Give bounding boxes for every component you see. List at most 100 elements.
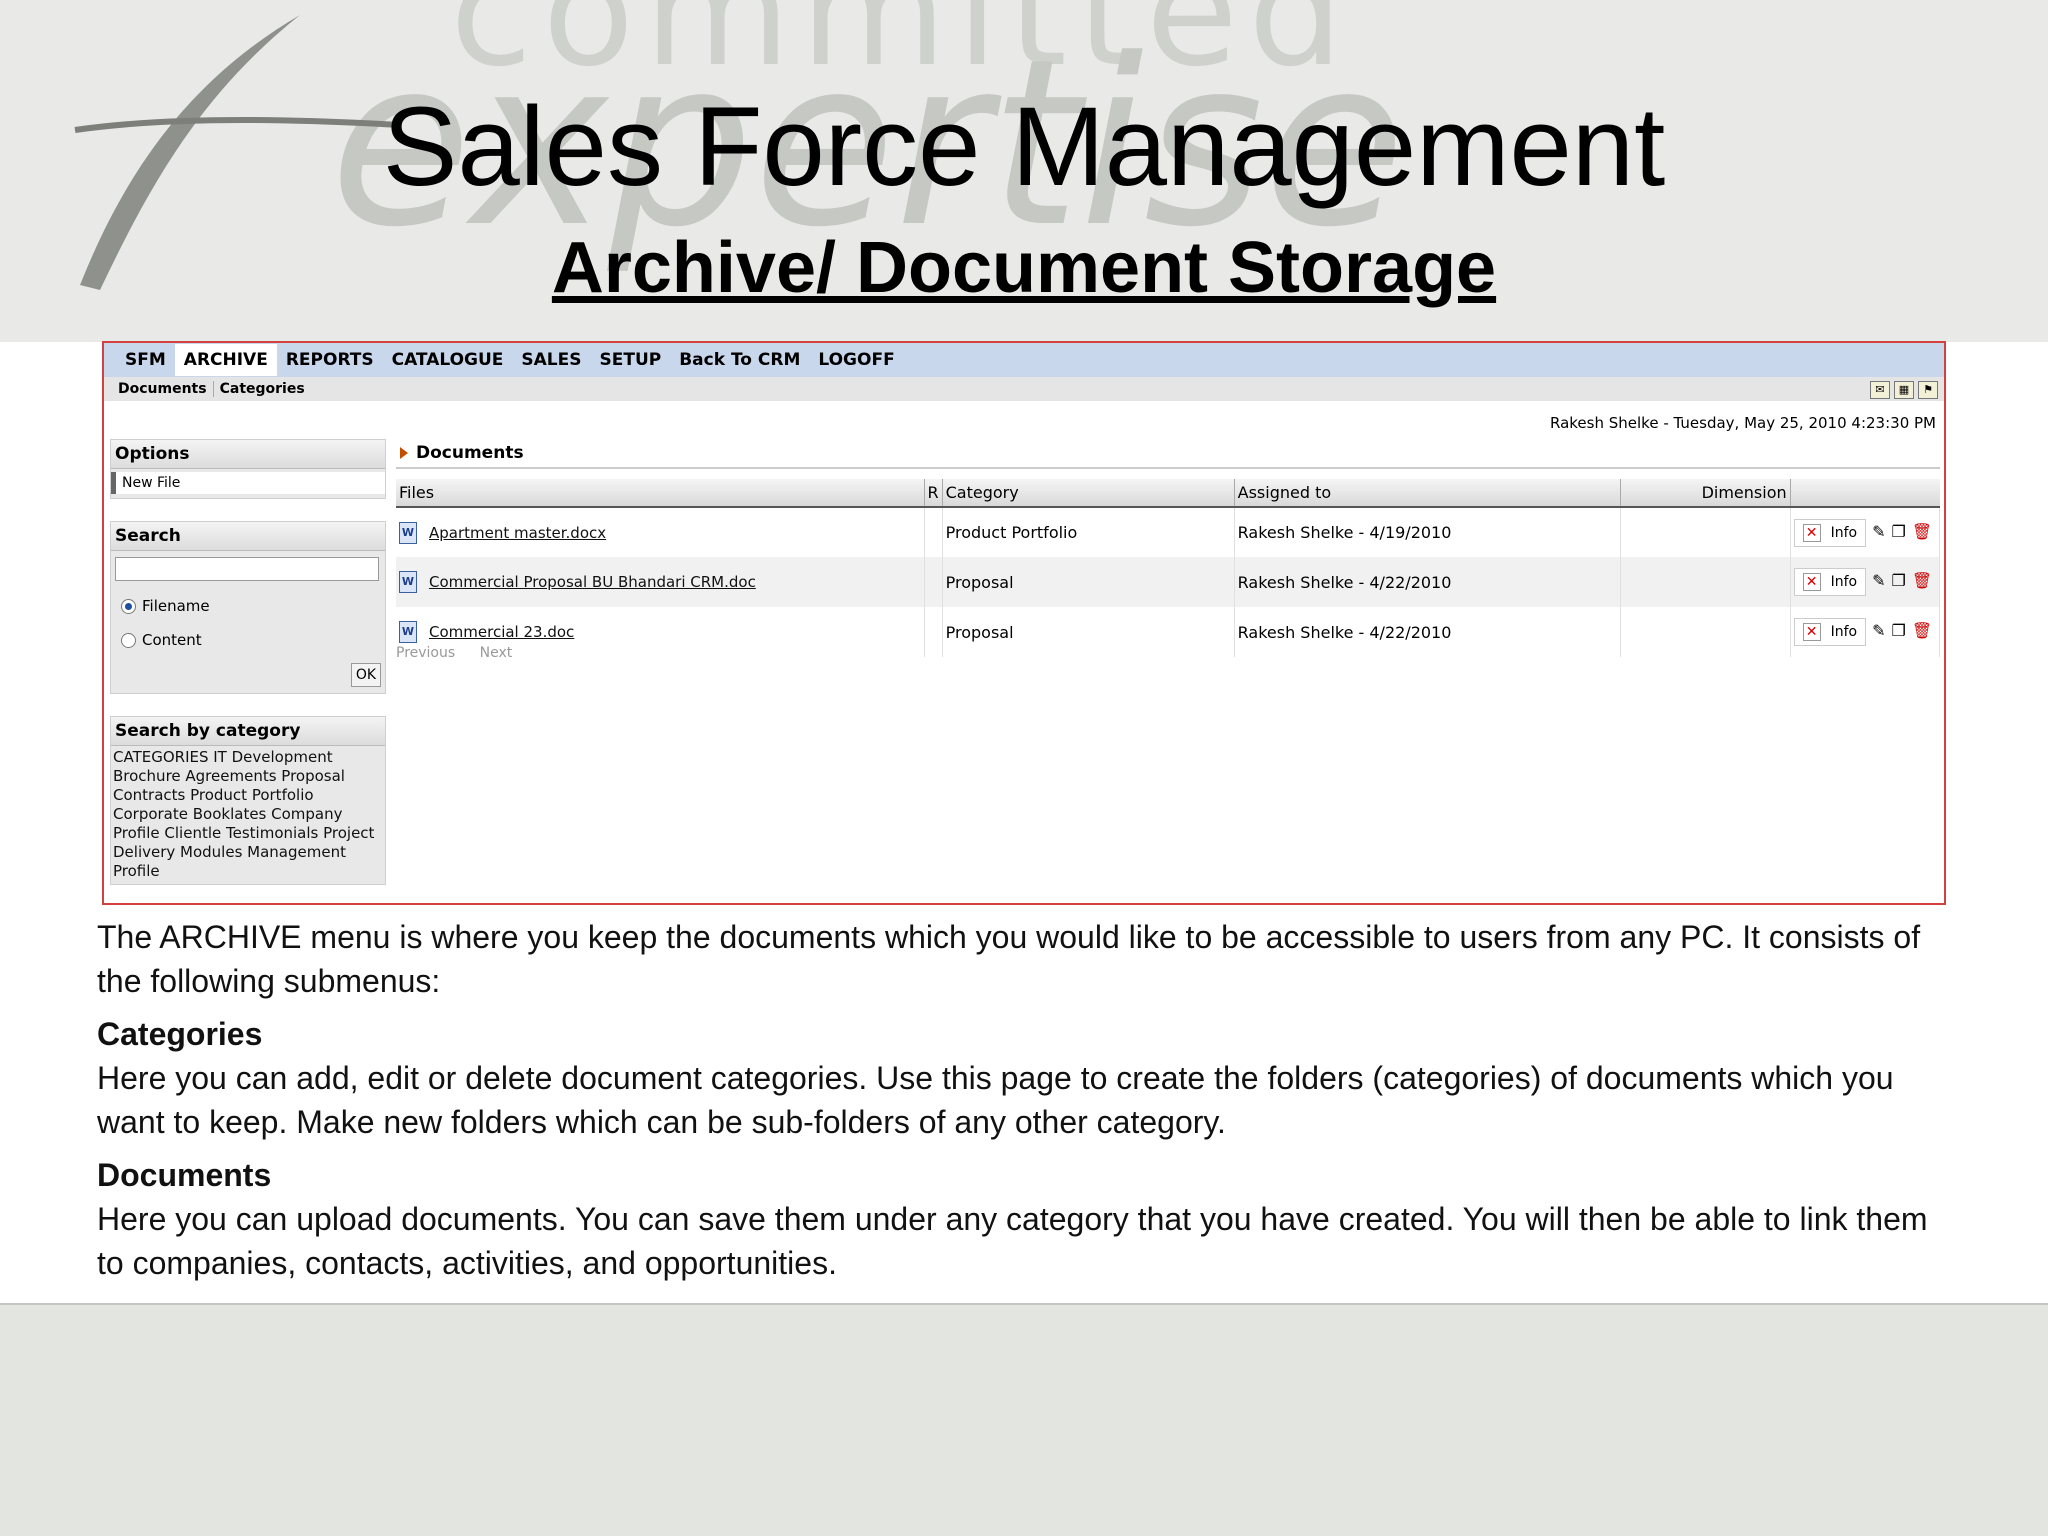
col-files[interactable]: Files [396, 479, 925, 508]
info-button[interactable]: ✕ Info [1793, 518, 1867, 547]
file-link[interactable]: Commercial Proposal BU Bhandari CRM.doc [429, 573, 756, 591]
documents-heading: Documents [97, 1157, 272, 1193]
category-cell: Proposal [942, 607, 1235, 657]
content-radio[interactable] [121, 632, 136, 648]
file-link[interactable]: Apartment master.docx [429, 524, 606, 542]
slide-header: committed expertise Sales Force Manageme… [0, 0, 2048, 342]
next-link[interactable]: Next [480, 645, 513, 661]
menu-back-to-crm[interactable]: Back To CRM [670, 344, 809, 376]
filename-label: Filename [142, 597, 210, 615]
intro-text: The ARCHIVE menu is where you keep the d… [97, 919, 1921, 999]
search-ok-button[interactable]: OK [351, 663, 381, 687]
copy-icon[interactable]: ❐ [1892, 621, 1906, 640]
slide-footer [0, 1303, 2048, 1536]
menu-sfm[interactable]: SFM [116, 344, 175, 376]
actions-cell: ✕ Info ✎ ❐ 🗑 [1790, 607, 1941, 657]
table-row: W Apartment master.docx Product Portfolio… [396, 507, 1941, 557]
col-assigned-to[interactable]: Assigned to [1234, 479, 1621, 508]
category-search-panel: Search by category CATEGORIES IT Develop… [110, 716, 386, 885]
edit-icon[interactable]: ✎ [1872, 621, 1885, 640]
archive-app-screenshot: SFM ARCHIVE REPORTS CATALOGUE SALES SETU… [102, 341, 1946, 905]
menu-catalogue[interactable]: CATALOGUE [383, 344, 513, 376]
pager: Previous Next [396, 645, 532, 661]
assigned-cell: Rakesh Shelke - 4/22/2010 [1234, 607, 1621, 657]
menu-reports[interactable]: REPORTS [277, 344, 383, 376]
file-cell: W Apartment master.docx [396, 507, 925, 557]
category-cell: Proposal [942, 557, 1235, 607]
search-panel: Search Filename Content OK [110, 521, 386, 694]
col-actions [1790, 479, 1940, 508]
word-document-icon: W [399, 571, 417, 593]
menu-logoff[interactable]: LOGOFF [809, 344, 903, 376]
close-icon[interactable]: ✕ [1802, 623, 1821, 641]
r-cell [924, 607, 943, 657]
info-button[interactable]: ✕ Info [1793, 568, 1867, 596]
dimension-cell [1620, 557, 1791, 607]
close-icon[interactable]: ✕ [1802, 523, 1821, 542]
search-header: Search [111, 522, 385, 551]
submenu: Documents Categories [104, 377, 1944, 401]
dimension-cell [1620, 607, 1791, 657]
options-header: Options [111, 440, 385, 469]
info-label: Info [1830, 624, 1858, 640]
slide-description: The ARCHIVE menu is where you keep the d… [97, 915, 1957, 1294]
slide-subtitle: Archive/ Document Storage [551, 228, 1497, 308]
documents-title: Documents [416, 443, 524, 463]
documents-header: Documents [396, 439, 1940, 469]
delete-icon[interactable]: 🗑 [1912, 522, 1932, 541]
category-search-header: Search by category [111, 717, 385, 746]
category-list[interactable]: CATEGORIES IT Development Brochure Agree… [111, 746, 385, 884]
table-row: W Commercial 23.doc Proposal Rakesh Shelk… [396, 607, 1941, 657]
mail-icon[interactable]: ✉ [1870, 381, 1890, 399]
col-category[interactable]: Category [942, 479, 1235, 508]
actions-cell: ✕ Info ✎ ❐ 🗑 [1790, 557, 1941, 607]
categories-heading: Categories [97, 1016, 263, 1052]
table-header-row: Files R Category Assigned to Dimension [396, 479, 1940, 508]
calendar-icon[interactable]: ▦ [1894, 381, 1914, 399]
r-cell [924, 507, 943, 557]
menu-archive[interactable]: ARCHIVE [174, 344, 277, 376]
documents-table: Files R Category Assigned to Dimension W… [396, 479, 1941, 657]
filename-option[interactable]: Filename [111, 587, 385, 621]
assigned-cell: Rakesh Shelke - 4/19/2010 [1234, 507, 1621, 557]
info-label: Info [1830, 524, 1858, 541]
r-cell [924, 557, 943, 607]
col-dimension[interactable]: Dimension [1620, 479, 1791, 508]
assigned-cell: Rakesh Shelke - 4/22/2010 [1234, 557, 1621, 607]
edit-icon[interactable]: ✎ [1872, 522, 1885, 541]
document-icon: W [399, 521, 417, 544]
delete-icon[interactable]: 🗑 [1912, 571, 1932, 590]
content-option[interactable]: Content [111, 621, 385, 655]
previous-link[interactable]: Previous [396, 645, 455, 661]
menu-sales[interactable]: SALES [512, 344, 590, 376]
triangle-icon [400, 447, 408, 459]
search-input[interactable] [115, 557, 379, 581]
edit-icon[interactable]: ✎ [1872, 571, 1885, 590]
menu-setup[interactable]: SETUP [591, 344, 671, 376]
documents-text: Here you can upload documents. You can s… [97, 1201, 1928, 1281]
file-link[interactable]: Commercial 23.doc [429, 623, 574, 641]
categories-text: Here you can add, edit or delete documen… [97, 1060, 1894, 1140]
table-row: W Commercial Proposal BU Bhandari CRM.doc… [396, 557, 1941, 607]
file-cell: W Commercial Proposal BU Bhandari CRM.doc [396, 557, 925, 607]
submenu-categories[interactable]: Categories [214, 381, 311, 397]
documents-main: Documents Files R Category Assigned to D… [396, 439, 1941, 661]
slide-title: Sales Force Management [382, 84, 1666, 209]
main-menu: SFM ARCHIVE REPORTS CATALOGUE SALES SETU… [104, 343, 1944, 377]
options-panel: Options New File [110, 439, 386, 499]
utility-icons: ✉ ▦ ⚑ [1870, 381, 1938, 399]
info-button[interactable]: ✕ Info [1793, 618, 1867, 646]
col-r[interactable]: R [924, 479, 943, 508]
copy-icon[interactable]: ❐ [1892, 571, 1906, 590]
submenu-documents[interactable]: Documents [112, 381, 214, 397]
copy-icon[interactable]: ❐ [1892, 522, 1906, 541]
actions-cell: ✕ Info ✎ ❐ 🗑 [1790, 507, 1941, 557]
info-label: Info [1830, 574, 1858, 590]
new-file-link[interactable]: New File [111, 472, 385, 494]
content-label: Content [142, 631, 202, 649]
language-flag-icon[interactable]: ⚑ [1918, 381, 1938, 399]
filename-radio[interactable] [121, 598, 136, 614]
delete-icon[interactable]: 🗑 [1912, 621, 1932, 640]
word-document-icon: W [399, 621, 417, 643]
close-icon[interactable]: ✕ [1802, 573, 1821, 591]
